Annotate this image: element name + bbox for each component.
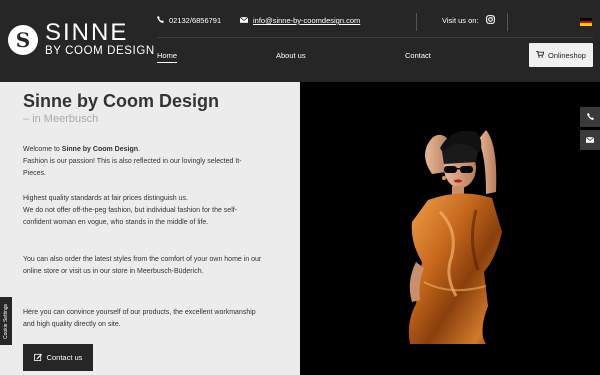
- onlineshop-label: Onlineshop: [548, 50, 586, 60]
- divider: [416, 13, 417, 31]
- onlineshop-button[interactable]: Onlineshop: [529, 43, 593, 67]
- phone-number: 02132/6856791: [169, 16, 222, 25]
- cookie-settings-tab[interactable]: Cookie Settings: [0, 297, 12, 345]
- logo[interactable]: S SINNE BY COOM DESIGN: [8, 19, 155, 58]
- social-label: Visit us on:: [442, 16, 479, 25]
- side-phone-button[interactable]: [580, 107, 600, 127]
- paragraph-onsite: Here you can convince yourself of our pr…: [23, 309, 256, 329]
- logo-title: SINNE: [45, 19, 129, 46]
- phone-icon: [586, 112, 594, 122]
- paragraph-store: You can also order the latest styles fro…: [23, 256, 262, 276]
- quality-paragraph: Highest quality standards at fair prices…: [23, 193, 263, 230]
- paragraph-fashion: We do not offer off-the-peg fashion, but…: [23, 207, 238, 227]
- divider: [507, 13, 508, 31]
- welcome-paragraph: Welcome to Sinne by Coom Design. Fashion…: [23, 144, 263, 181]
- nav-about[interactable]: About us: [276, 51, 306, 60]
- envelope-icon: [585, 136, 595, 145]
- hero-image: [300, 82, 600, 375]
- welcome-prefix: Welcome to: [23, 146, 62, 153]
- contact-us-label: Contact us: [46, 353, 83, 362]
- cart-icon: [536, 50, 545, 60]
- contact-us-button[interactable]: Contact us: [23, 344, 93, 371]
- edit-icon: [33, 353, 42, 363]
- email-contact[interactable]: info@sinne-by-coomdesign.com: [239, 16, 360, 25]
- welcome-brand: Sinne by Coom Design: [61, 146, 139, 153]
- instagram-icon[interactable]: [486, 15, 495, 24]
- logo-text: SINNE BY COOM DESIGN: [45, 19, 155, 58]
- header-divider: [157, 37, 593, 38]
- paragraph-passion: Fashion is our passion! This is also ref…: [23, 158, 242, 178]
- welcome-suffix: .: [138, 146, 140, 153]
- nav-contact[interactable]: Contact: [405, 51, 431, 60]
- page-subtitle: – in Meerbusch: [23, 113, 99, 125]
- site-header: S SINNE BY COOM DESIGN 02132/6856791 inf…: [0, 0, 600, 82]
- side-email-button[interactable]: [580, 130, 600, 150]
- nav-home[interactable]: Home: [157, 51, 178, 63]
- logo-subtitle: BY COOM DESIGN: [45, 45, 155, 57]
- top-bar: 02132/6856791 info@sinne-by-coomdesign.c…: [157, 13, 593, 31]
- envelope-icon: [239, 16, 249, 25]
- phone-icon: [157, 16, 164, 25]
- page-title: Sinne by Coom Design: [23, 91, 220, 111]
- model-photo: [408, 130, 502, 344]
- phone-contact[interactable]: 02132/6856791: [157, 16, 221, 25]
- email-link[interactable]: info@sinne-by-coomdesign.com: [253, 16, 360, 25]
- logo-mark: S: [8, 25, 38, 55]
- german-flag-icon[interactable]: [580, 18, 592, 26]
- intro-section: Sinne by Coom Design – in Meerbusch Welc…: [0, 82, 300, 375]
- paragraph-quality: Highest quality standards at fair prices…: [23, 195, 188, 202]
